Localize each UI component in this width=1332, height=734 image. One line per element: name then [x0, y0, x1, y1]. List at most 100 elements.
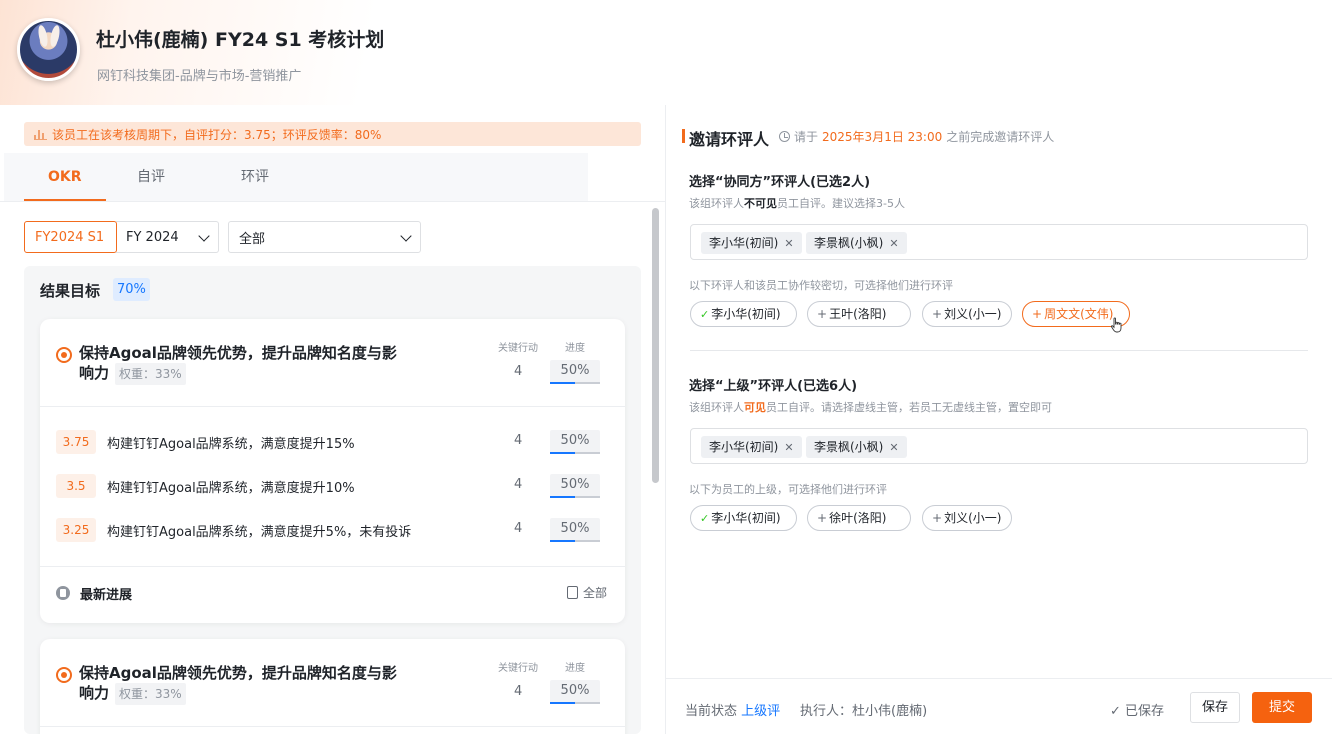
scrollbar-thumb[interactable]: [652, 208, 659, 483]
close-icon[interactable]: ✕: [889, 441, 898, 454]
suggested-reviewer-pill[interactable]: + 刘义(小一): [922, 301, 1012, 327]
objective-card: 保持Agoal品牌领先优势，提升品牌知名度与影响力 权重：33% 关键行动 进度 …: [40, 319, 625, 623]
hint-text: 该组环评人: [689, 401, 744, 414]
progress-fill: [550, 496, 575, 498]
close-icon[interactable]: ✕: [889, 237, 898, 250]
peer-section-hint: 该组环评人不可见员工自评。建议选择3-5人: [689, 195, 905, 211]
clock-icon: [779, 131, 790, 142]
check-icon: ✓: [1110, 704, 1126, 719]
actions-column-header: 关键行动: [498, 663, 538, 674]
invite-title: 邀请环评人: [689, 130, 770, 149]
progress-fill: [550, 702, 575, 704]
check-icon: ✓: [700, 308, 710, 321]
kr-score-badge: 3.75: [56, 430, 96, 454]
kr-actions-count: 4: [514, 521, 523, 536]
suggested-reviewer-pill[interactable]: + 刘义(小一): [922, 505, 1012, 531]
bar-chart-icon: [34, 129, 47, 140]
tag-label: 李小华(初间): [709, 440, 779, 454]
hint-text: 该组环评人: [689, 197, 744, 210]
kr-progress-text: 50%: [560, 521, 590, 536]
executor-text: 执行人：杜小伟(鹿楠): [800, 704, 928, 719]
view-all-link[interactable]: 全部: [566, 584, 607, 601]
avatar: [17, 18, 80, 81]
section-divider: [690, 350, 1308, 351]
peer-reviewer-input[interactable]: 李小华(初间) ✕ 李景枫(小枫) ✕: [690, 224, 1308, 260]
objective-progress: 50%: [550, 680, 600, 704]
plus-icon: +: [932, 307, 943, 321]
status-label: 当前状态: [685, 704, 738, 719]
tab-bar: OKR 自评 环评: [4, 153, 588, 201]
plus-icon: +: [817, 307, 828, 321]
tag-label: 李景枫(小枫): [814, 440, 884, 454]
close-icon[interactable]: ✕: [784, 441, 793, 454]
suggested-reviewer-pill[interactable]: + 徐叶(洛阳): [807, 505, 911, 531]
pill-label: 王叶(洛阳): [829, 307, 887, 321]
scope-select[interactable]: 全部: [228, 221, 421, 253]
peer-section-title: 选择“协同方”环评人(已选2人): [689, 175, 871, 190]
card-divider: [40, 406, 625, 407]
page-title: 杜小伟(鹿楠) FY24 S1 考核计划: [96, 29, 385, 51]
kr-text[interactable]: 构建钉钉Agoal品牌系统，满意度提升5%，未有投诉: [107, 521, 411, 540]
suggested-reviewer-pill[interactable]: ✓ 李小华(初间): [690, 505, 797, 531]
kr-actions-count: 4: [514, 433, 523, 448]
period-filter[interactable]: FY2024 S1: [24, 221, 117, 253]
latest-progress-row: 最新进展 全部: [40, 566, 625, 623]
pill-label: 周文文(文伟): [1044, 307, 1114, 321]
progress-fill: [550, 382, 575, 384]
pill-label: 刘义(小一): [944, 307, 1002, 321]
objective-title[interactable]: 保持Agoal品牌领先优势，提升品牌知名度与影响力 权重：33%: [79, 343, 409, 385]
objective-progress-text: 50%: [560, 683, 590, 698]
progress-column-header: 进度: [565, 343, 585, 354]
deadline-suffix: 之前完成邀请环评人: [946, 130, 1055, 144]
card-divider: [40, 726, 625, 727]
tag-label: 李小华(初间): [709, 236, 779, 250]
chevron-down-icon: [400, 230, 412, 242]
result-title: 结果目标: [40, 282, 101, 300]
result-section: 结果目标 70% 保持Agoal品牌领先优势，提升品牌知名度与影响力 权重：33%…: [24, 266, 641, 734]
tag-label: 李景枫(小枫): [814, 236, 884, 250]
progress-fill: [550, 452, 575, 454]
superior-section-title: 选择“上级”环评人(已选6人): [689, 379, 858, 394]
suggested-reviewer-pill[interactable]: ✓ 李小华(初间): [690, 301, 797, 327]
deadline-prefix: 请于: [794, 130, 819, 144]
tab-divider: [0, 201, 665, 202]
kr-text[interactable]: 构建钉钉Agoal品牌系统，满意度提升10%: [107, 477, 355, 496]
close-icon[interactable]: ✕: [784, 237, 793, 250]
kr-progress: 50%: [550, 518, 600, 542]
tab-self-review[interactable]: 自评: [137, 153, 165, 201]
scope-select-value: 全部: [239, 231, 266, 247]
suggested-reviewer-pill[interactable]: + 王叶(洛阳): [807, 301, 911, 327]
hint-emphasis: 可见: [744, 401, 766, 414]
check-icon: ✓: [700, 512, 710, 525]
submit-button[interactable]: 提交: [1252, 692, 1312, 723]
saved-indicator: ✓ 已保存: [1110, 700, 1164, 719]
pill-label: 李小华(初间): [711, 307, 781, 321]
invite-panel: 邀请环评人 请于 2025年3月1日 23:00 之前完成邀请环评人 选择“协同…: [666, 105, 1332, 734]
progress-note-icon: [56, 586, 70, 600]
kr-progress-text: 50%: [560, 433, 590, 448]
objective-title[interactable]: 保持Agoal品牌领先优势，提升品牌知名度与影响力 权重：33%: [79, 663, 409, 705]
superior-reviewer-input[interactable]: 李小华(初间) ✕ 李景枫(小枫) ✕: [690, 428, 1308, 464]
superior-section-hint: 该组环评人可见员工自评。请选择虚线主管，若员工无虚线主管，置空即可: [689, 399, 1052, 415]
page-subtitle: 网钉科技集团-品牌与市场-营销推广: [97, 69, 302, 84]
selected-reviewer-tag: 李小华(初间) ✕: [701, 436, 802, 458]
tab-peer-review[interactable]: 环评: [241, 153, 269, 201]
kr-text[interactable]: 构建钉钉Agoal品牌系统，满意度提升15%: [107, 433, 355, 452]
save-button[interactable]: 保存: [1190, 692, 1240, 723]
deadline-date: 2025年3月1日 23:00: [822, 130, 943, 144]
selected-reviewer-tag: 李景枫(小枫) ✕: [806, 436, 907, 458]
notice-banner: 该员工在该考核周期下，自评打分：3.75；环评反馈率：80%: [24, 122, 641, 146]
tab-okr[interactable]: OKR: [24, 153, 105, 201]
okr-panel: 该员工在该考核周期下，自评打分：3.75；环评反馈率：80% OKR 自评 环评…: [0, 105, 665, 734]
pill-label: 徐叶(洛阳): [829, 511, 887, 525]
kr-score-badge: 3.5: [56, 474, 96, 498]
year-select[interactable]: FY 2024: [116, 221, 219, 253]
actions-column-header: 关键行动: [498, 343, 538, 354]
target-icon: [56, 347, 72, 363]
objective-card: 保持Agoal品牌领先优势，提升品牌知名度与影响力 权重：33% 关键行动 进度 …: [40, 639, 625, 734]
kr-progress-text: 50%: [560, 477, 590, 492]
objective-progress: 50%: [550, 360, 600, 384]
deadline-note: 请于 2025年3月1日 23:00 之前完成邀请环评人: [779, 128, 1054, 145]
plus-icon: +: [1032, 307, 1043, 321]
weight-badge: 权重：33%: [115, 683, 186, 705]
